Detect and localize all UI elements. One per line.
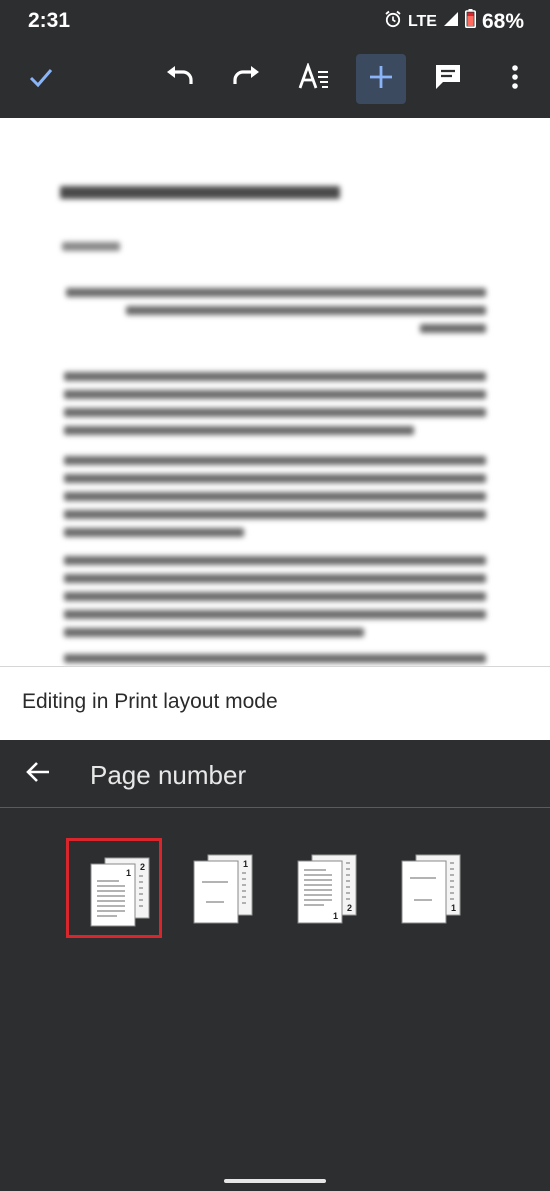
page-layout-icon: 2 1 — [297, 854, 357, 924]
page-number-option-top-right-skip-first[interactable]: 1 — [172, 838, 268, 938]
battery-icon — [464, 9, 476, 34]
panel-title: Page number — [90, 760, 247, 790]
text-format-icon — [298, 61, 330, 96]
page-layout-icon: 1 — [193, 854, 253, 924]
page-number-1: 1 — [126, 868, 131, 878]
page-number-1: 1 — [333, 911, 338, 921]
more-options-button[interactable] — [490, 54, 540, 104]
page-number-2: 2 — [347, 903, 352, 913]
status-bar: 2:31 LTE 68% — [0, 0, 550, 44]
panel-header: Page number — [0, 740, 550, 808]
comment-button[interactable] — [423, 54, 473, 104]
page-number-option-bottom-right-skip-first[interactable]: 1 — [380, 838, 476, 938]
text-format-button[interactable] — [289, 54, 339, 104]
undo-button[interactable] — [155, 54, 205, 104]
page-number-2: 2 — [140, 862, 145, 872]
more-vert-icon — [511, 64, 519, 95]
back-button[interactable] — [20, 756, 56, 792]
arrow-back-icon — [25, 760, 51, 789]
undo-icon — [165, 64, 195, 95]
network-label: LTE — [407, 12, 437, 30]
page-number-panel: Page number 2 1 1 2 1 1 — [0, 740, 550, 1191]
page-number-1: 1 — [243, 859, 248, 869]
divider — [0, 666, 550, 667]
page-number-option-top-right-all[interactable]: 2 1 — [66, 838, 162, 938]
insert-plus-icon — [368, 64, 394, 95]
done-check-icon — [27, 63, 55, 96]
status-time: 2:31 — [28, 9, 71, 32]
page-layout-icon: 2 1 — [90, 857, 150, 927]
redo-icon — [231, 64, 261, 95]
signal-icon — [443, 11, 459, 33]
battery-percent: 68% — [481, 9, 524, 33]
page-layout-icon: 1 — [401, 854, 461, 924]
status-icons: LTE 68% — [384, 9, 524, 34]
page-number-option-bottom-right-all[interactable]: 2 1 — [276, 838, 372, 938]
layout-mode-text: Editing in Print layout mode — [22, 690, 278, 713]
done-button[interactable] — [16, 54, 66, 104]
blurred-document-text — [0, 118, 550, 666]
layout-mode-banner: Editing in Print layout mode — [0, 666, 550, 740]
comment-icon — [433, 62, 463, 97]
editor-toolbar — [0, 44, 550, 118]
redo-button[interactable] — [221, 54, 271, 104]
gesture-home-bar[interactable] — [224, 1179, 326, 1183]
document-canvas[interactable] — [0, 118, 550, 666]
insert-button[interactable] — [356, 54, 406, 104]
alarm-icon — [384, 10, 402, 34]
page-number-1: 1 — [451, 903, 456, 913]
